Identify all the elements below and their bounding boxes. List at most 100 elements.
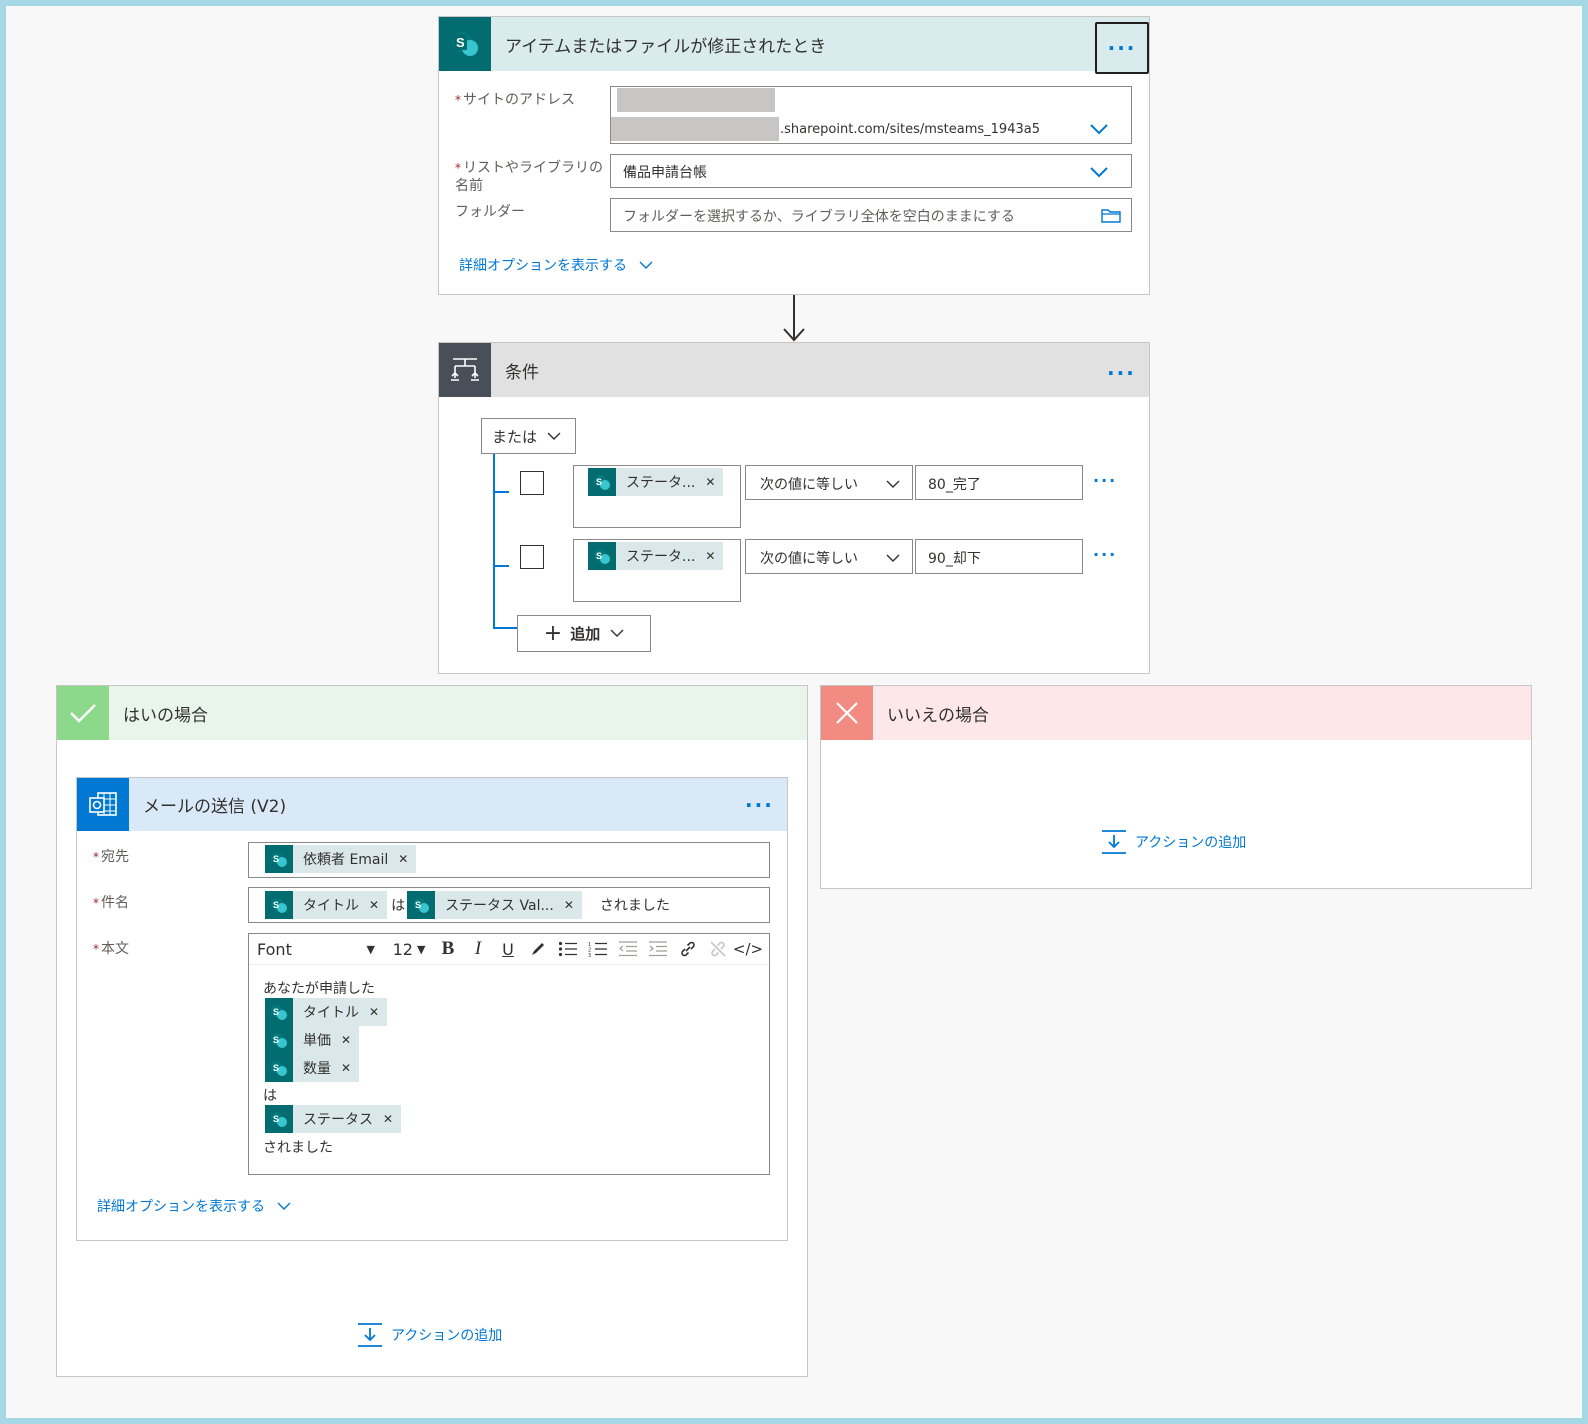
send-mail-header[interactable]: メールの送信 (V2) — [77, 778, 787, 831]
italic-button[interactable]: I — [465, 934, 491, 964]
condition-row-1-operand[interactable]: S ステータ... ✕ — [573, 465, 741, 528]
caret-down-icon: ▼ — [416, 942, 426, 956]
remove-icon[interactable]: ✕ — [705, 549, 715, 563]
subject-field[interactable]: S タイトル ✕ は S ステータス Val... ✕ されました — [248, 887, 770, 923]
no-branch-header[interactable]: いいえの場合 — [821, 686, 1531, 740]
trigger-more-button[interactable]: ··· — [1095, 22, 1149, 74]
trigger-advanced-options-link[interactable]: 詳細オプションを表示する — [459, 255, 653, 275]
body-editor[interactable]: Font ▼ 12 ▼ B I U 123 </> あなたが申請した S タイト… — [248, 933, 770, 1175]
svg-text:S: S — [596, 477, 602, 487]
body-token-status[interactable]: S ステータス ✕ — [265, 1105, 402, 1133]
subject-label: * 件名 — [93, 895, 129, 911]
condition-row-2-operator[interactable]: 次の値に等しい — [745, 539, 913, 574]
highlight-pen-icon[interactable] — [525, 934, 551, 964]
remove-icon[interactable]: ✕ — [341, 1033, 351, 1047]
no-branch-title: いいえの場合 — [887, 705, 989, 726]
subject-connector: は — [391, 898, 406, 914]
redacted-block — [617, 88, 775, 112]
remove-icon[interactable]: ✕ — [383, 1112, 393, 1126]
condition-card: 条件 ··· または S ステータ... ✕ 次の値に等しい 80_完了 ··· … — [438, 342, 1150, 674]
condition-add-button[interactable]: + 追加 — [517, 615, 651, 652]
send-mail-more-button[interactable]: ··· — [745, 795, 774, 815]
body-text-connector: は — [263, 1088, 277, 1104]
yes-add-action-button[interactable]: アクションの追加 — [357, 1322, 502, 1348]
trigger-header[interactable]: S アイテムまたはファイルが修正されたとき — [439, 17, 1149, 71]
condition-row-2-more[interactable]: ··· — [1093, 547, 1117, 563]
body-text-suffix: されました — [263, 1140, 333, 1156]
remove-icon[interactable]: ✕ — [369, 1005, 379, 1019]
bullet-list-icon[interactable] — [555, 934, 581, 964]
list-name-field[interactable]: 備品申請台帳 — [610, 154, 1132, 188]
decrease-indent-icon[interactable] — [615, 934, 641, 964]
condition-row-2-value[interactable]: 90_却下 — [915, 539, 1083, 574]
folder-field[interactable]: フォルダーを選択するか、ライブラリ全体を空白のままにする — [610, 198, 1132, 232]
site-address-field[interactable]: .sharepoint.com/sites/msteams_1943a5 — [610, 86, 1132, 144]
underline-button[interactable]: U — [495, 934, 521, 964]
subject-token-title[interactable]: S タイトル ✕ — [265, 891, 388, 919]
remove-icon[interactable]: ✕ — [564, 898, 574, 912]
code-view-button[interactable]: </> — [733, 934, 763, 964]
svg-text:S: S — [273, 1035, 279, 1045]
chevron-down-icon[interactable] — [1089, 123, 1109, 135]
condition-row-1-value[interactable]: 80_完了 — [915, 465, 1083, 500]
add-action-icon — [358, 1323, 382, 1347]
tree-line — [493, 454, 495, 629]
subject-token-status[interactable]: S ステータス Val... ✕ — [407, 891, 582, 919]
to-token[interactable]: S 依頼者 Email ✕ — [265, 845, 417, 873]
sharepoint-icon: S — [265, 1054, 293, 1082]
font-family-dropdown[interactable]: Font ▼ — [257, 934, 375, 964]
subject-suffix: されました — [599, 898, 670, 914]
remove-icon[interactable]: ✕ — [398, 852, 408, 866]
trigger-title: アイテムまたはファイルが修正されたとき — [505, 36, 827, 57]
body-token-title[interactable]: S タイトル ✕ — [265, 998, 388, 1026]
group-operator-value: または — [492, 427, 538, 446]
bold-button[interactable]: B — [435, 934, 461, 964]
condition-row-1-token[interactable]: S ステータ... ✕ — [588, 468, 724, 496]
folder-placeholder: フォルダーを選択するか、ライブラリ全体を空白のままにする — [623, 209, 1015, 225]
body-token-quantity[interactable]: S 数量 ✕ — [265, 1054, 360, 1082]
svg-text:S: S — [273, 1063, 279, 1073]
condition-row-1-more[interactable]: ··· — [1093, 473, 1117, 489]
sharepoint-icon: S — [265, 891, 293, 919]
condition-row-2-operand[interactable]: S ステータ... ✕ — [573, 539, 741, 602]
editor-toolbar: Font ▼ 12 ▼ B I U 123 </> — [249, 934, 769, 965]
body-token-price[interactable]: S 単価 ✕ — [265, 1026, 360, 1054]
condition-row-2-checkbox[interactable] — [520, 545, 544, 569]
increase-indent-icon[interactable] — [645, 934, 671, 964]
remove-icon[interactable]: ✕ — [705, 475, 715, 489]
unlink-icon[interactable] — [705, 934, 731, 964]
condition-more-button[interactable]: ··· — [1107, 363, 1136, 383]
folder-icon[interactable] — [1101, 207, 1121, 223]
site-address-label: * サイトのアドレス — [455, 92, 575, 108]
link-icon[interactable] — [675, 934, 701, 964]
caret-down-icon: ▼ — [366, 942, 375, 956]
sharepoint-icon: S — [407, 891, 436, 919]
sharepoint-icon: S — [439, 17, 491, 71]
sharepoint-icon: S — [265, 998, 293, 1026]
no-add-action-button[interactable]: アクションの追加 — [1101, 829, 1246, 855]
svg-text:S: S — [596, 551, 602, 561]
svg-text:S: S — [456, 35, 465, 50]
body-text-line: あなたが申請した — [263, 981, 375, 997]
to-field[interactable]: S 依頼者 Email ✕ — [248, 842, 770, 878]
svg-text:S: S — [273, 1007, 279, 1017]
condition-row-1-operator[interactable]: 次の値に等しい — [745, 465, 913, 500]
chevron-down-icon — [610, 629, 624, 637]
remove-icon[interactable]: ✕ — [341, 1061, 351, 1075]
body-label: * 本文 — [93, 941, 129, 957]
remove-icon[interactable]: ✕ — [369, 898, 379, 912]
tree-line — [493, 491, 509, 493]
chevron-down-icon — [886, 554, 900, 562]
yes-branch-header[interactable]: はいの場合 — [57, 686, 807, 740]
mail-advanced-options-link[interactable]: 詳細オプションを表示する — [97, 1196, 291, 1216]
group-operator-dropdown[interactable]: または — [481, 418, 576, 454]
plus-icon: + — [543, 621, 563, 646]
condition-row-2-token[interactable]: S ステータ... ✕ — [588, 542, 724, 570]
condition-header[interactable]: 条件 — [439, 343, 1149, 397]
condition-icon — [439, 343, 491, 397]
numbered-list-icon[interactable]: 123 — [585, 934, 611, 964]
site-address-value: .sharepoint.com/sites/msteams_1943a5 — [780, 122, 1040, 137]
chevron-down-icon[interactable] — [1089, 166, 1109, 178]
condition-row-1-checkbox[interactable] — [520, 471, 544, 495]
font-size-dropdown[interactable]: 12 ▼ — [387, 934, 431, 964]
